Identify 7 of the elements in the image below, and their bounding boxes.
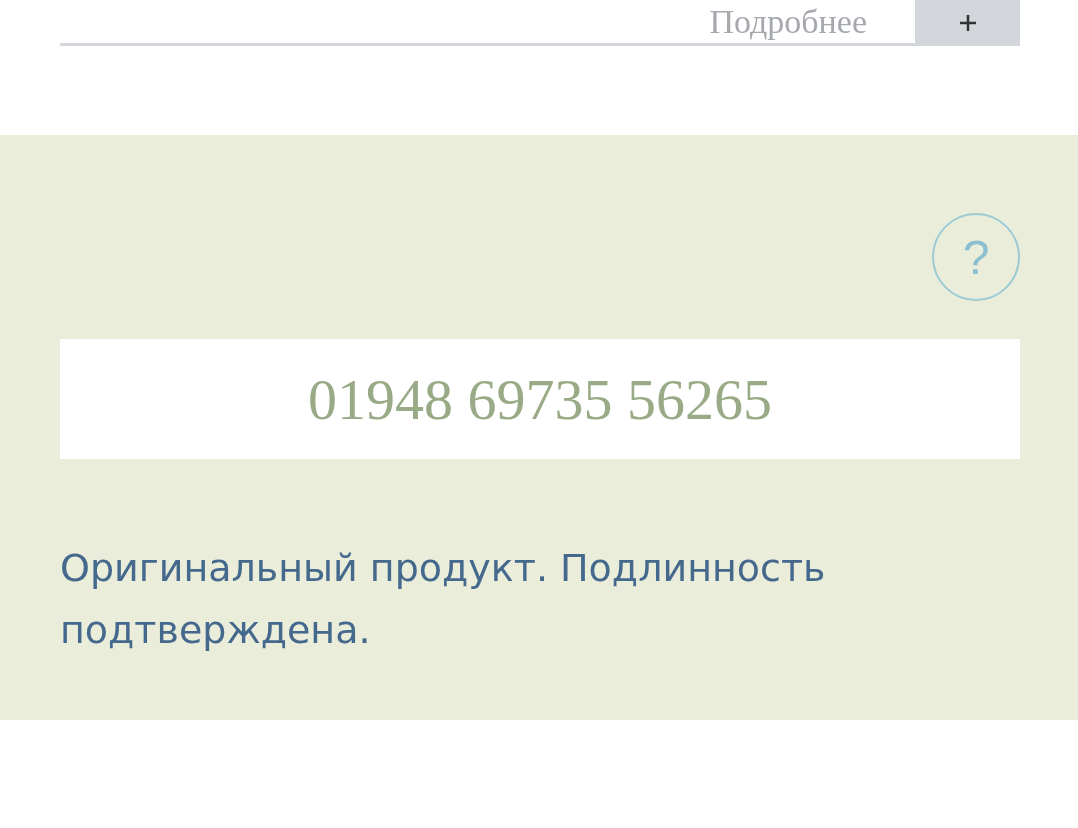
- details-label: Подробнее: [709, 2, 867, 41]
- details-toggle[interactable]: Подробнее: [60, 0, 1020, 46]
- serial-code: 01948 69735 56265: [60, 339, 1020, 459]
- authenticity-message: Оригинальный продукт. Подлинность подтверждена.: [60, 545, 827, 654]
- help-button[interactable]: ?: [932, 213, 1020, 301]
- plus-icon: [957, 13, 978, 33]
- expand-button[interactable]: [915, 0, 1020, 46]
